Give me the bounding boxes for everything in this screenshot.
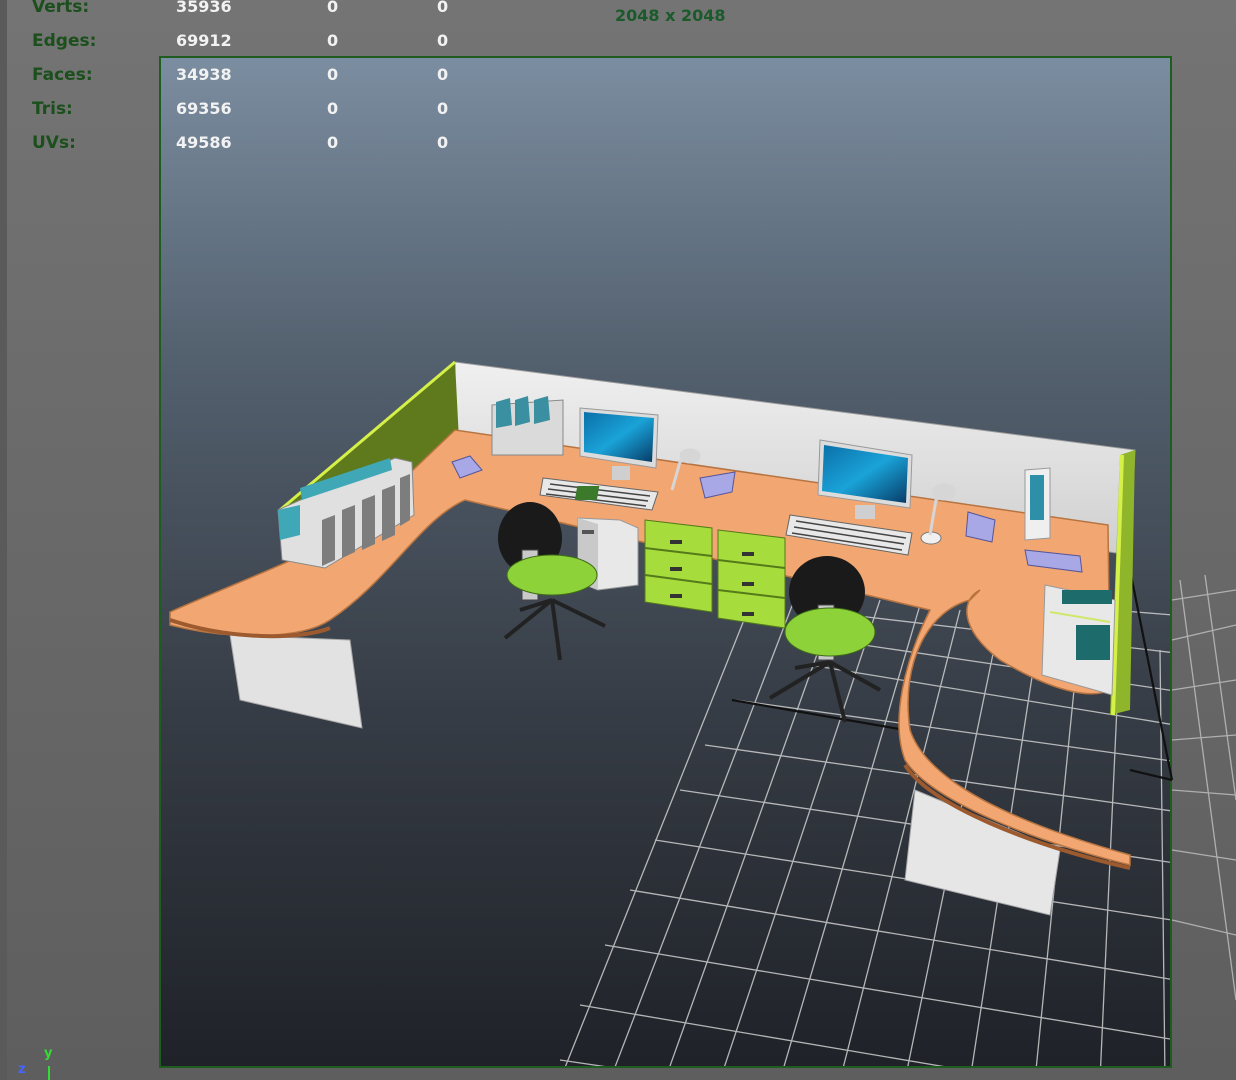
hud-label-tris: Tris: [32,99,73,119]
axis-z-label: z [18,1062,26,1077]
floor-grid [559,574,1236,1066]
hud-label-faces: Faces: [32,65,93,85]
hud-value: 0 [327,65,339,84]
hud-value: 34938 [176,65,232,84]
file-cabinet [1041,584,1116,696]
back-binders [491,396,564,456]
hud-value: 0 [437,0,449,16]
hud-value: 0 [437,65,449,84]
hud-value: 0 [327,99,339,118]
axis-y-line [48,1066,50,1080]
hud-value: 0 [327,31,339,50]
resolution-label: 2048 x 2048 [615,6,726,25]
hud-value: 49586 [176,133,232,152]
document-rack [1024,467,1051,541]
hud-value: 69912 [176,31,232,50]
hud-value: 0 [327,0,339,16]
hud-label-edges: Edges: [32,31,97,51]
hud-value: 69356 [176,99,232,118]
hud-label-uvs: UVs: [32,133,76,153]
hud-value: 0 [437,133,449,152]
scene-3d-view[interactable] [0,0,1236,1080]
hud-value: 0 [327,133,339,152]
hud-value: 0 [437,31,449,50]
axis-y-label: y [44,1046,53,1061]
hud-value: 35936 [176,0,232,16]
hud-value: 0 [437,99,449,118]
hud-label-verts: Verts: [32,0,90,17]
